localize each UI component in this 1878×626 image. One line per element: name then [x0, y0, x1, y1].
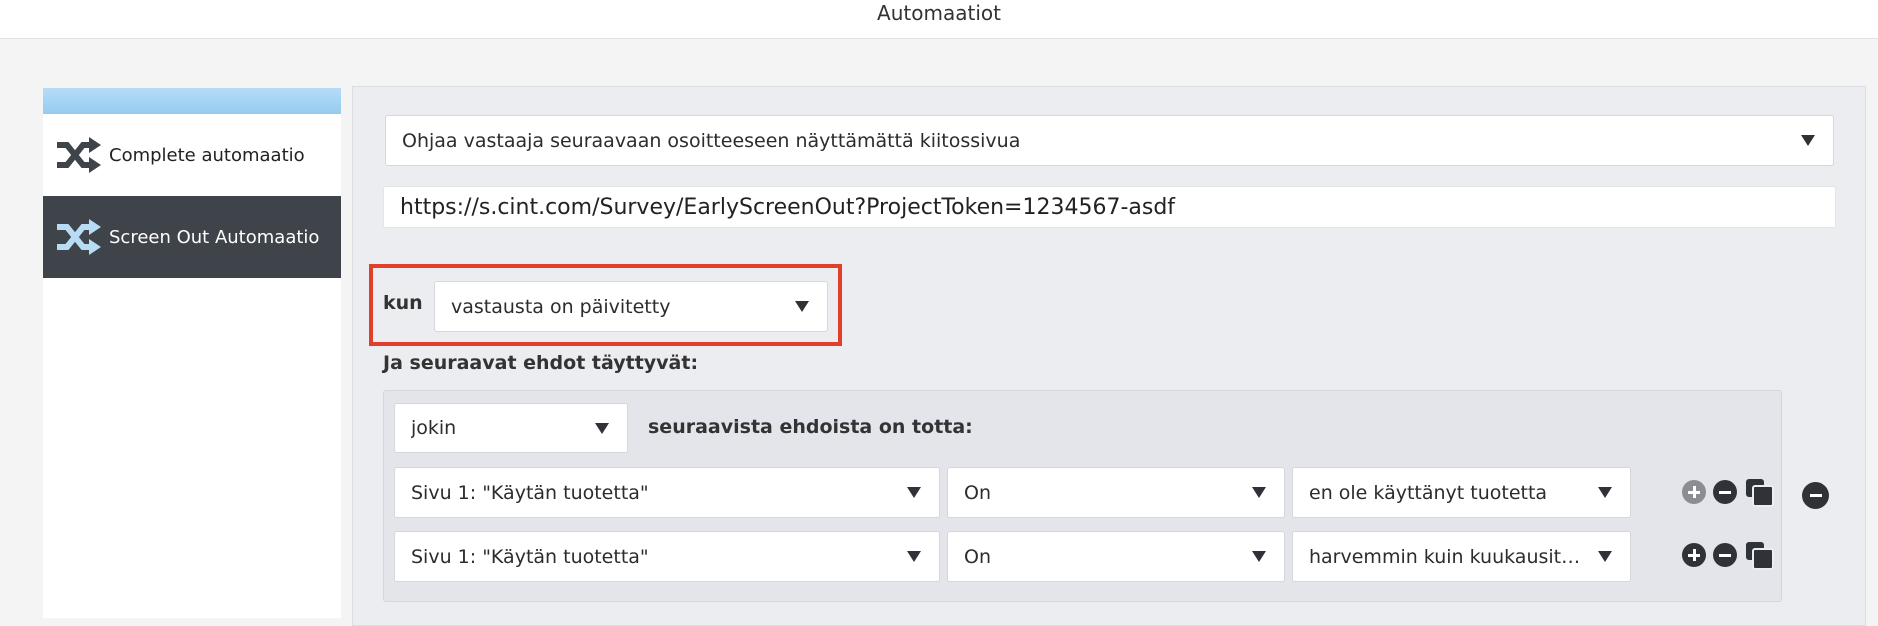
add-condition-button[interactable]: [1682, 480, 1706, 504]
match-type-select[interactable]: jokin: [394, 403, 628, 453]
redirect-url-input[interactable]: [383, 186, 1836, 228]
chevron-down-icon: [1801, 135, 1815, 146]
condition-question-select[interactable]: Sivu 1: "Käytän tuotetta": [394, 467, 940, 518]
remove-group-button[interactable]: [1802, 482, 1829, 509]
remove-condition-button[interactable]: [1713, 543, 1737, 567]
sidebar-item-label: Complete automaatio: [109, 144, 305, 166]
chevron-down-icon: [1252, 487, 1266, 498]
condition-operator-select[interactable]: On: [947, 467, 1285, 518]
condition-value-value: en ole käyttänyt tuotetta: [1309, 481, 1548, 504]
trigger-select-value: vastausta on päivitetty: [451, 295, 671, 318]
condition-value-select[interactable]: en ole käyttänyt tuotetta: [1292, 467, 1631, 518]
copy-icon[interactable]: [1746, 542, 1774, 570]
condition-value-select[interactable]: harvemmin kuin kuukausit…: [1292, 531, 1631, 582]
chevron-down-icon: [1598, 487, 1612, 498]
condition-operator-select[interactable]: On: [947, 531, 1285, 582]
action-select[interactable]: Ohjaa vastaaja seuraavaan osoitteeseen n…: [385, 115, 1834, 166]
action-select-value: Ohjaa vastaaja seuraavaan osoitteeseen n…: [402, 129, 1021, 152]
automation-sidebar: Complete automaatio Screen Out Automaati…: [43, 88, 341, 618]
trigger-select[interactable]: vastausta on päivitetty: [434, 281, 828, 332]
add-condition-button[interactable]: [1682, 543, 1706, 567]
shuffle-icon: [57, 219, 101, 255]
match-suffix-label: seuraavista ehdoista on totta:: [648, 416, 973, 438]
chevron-down-icon: [795, 301, 809, 312]
sidebar-item-complete-automation[interactable]: Complete automaatio: [43, 114, 341, 196]
sidebar-accent-bar: [43, 88, 341, 114]
match-type-value: jokin: [411, 417, 457, 439]
condition-question-select[interactable]: Sivu 1: "Käytän tuotetta": [394, 531, 940, 582]
condition-value-value: harvemmin kuin kuukausit…: [1309, 545, 1581, 568]
condition-operator-value: On: [964, 481, 991, 504]
trigger-label: kun: [383, 292, 423, 314]
shuffle-icon: [57, 137, 101, 173]
sidebar-item-label: Screen Out Automaatio: [109, 226, 320, 248]
conditions-heading: Ja seuraavat ehdot täyttyvät:: [383, 352, 699, 374]
condition-question-value: Sivu 1: "Käytän tuotetta": [411, 545, 649, 568]
condition-question-value: Sivu 1: "Käytän tuotetta": [411, 481, 649, 504]
chevron-down-icon: [1598, 551, 1612, 562]
sidebar-item-screen-out-automation[interactable]: Screen Out Automaatio: [43, 196, 341, 278]
chevron-down-icon: [907, 551, 921, 562]
condition-operator-value: On: [964, 545, 991, 568]
chevron-down-icon: [907, 487, 921, 498]
remove-condition-button[interactable]: [1713, 480, 1737, 504]
copy-icon[interactable]: [1746, 479, 1774, 507]
chevron-down-icon: [1252, 551, 1266, 562]
window-title: Automaatiot: [877, 1, 1001, 25]
title-bar: Automaatiot: [0, 0, 1878, 39]
chevron-down-icon: [595, 422, 609, 434]
